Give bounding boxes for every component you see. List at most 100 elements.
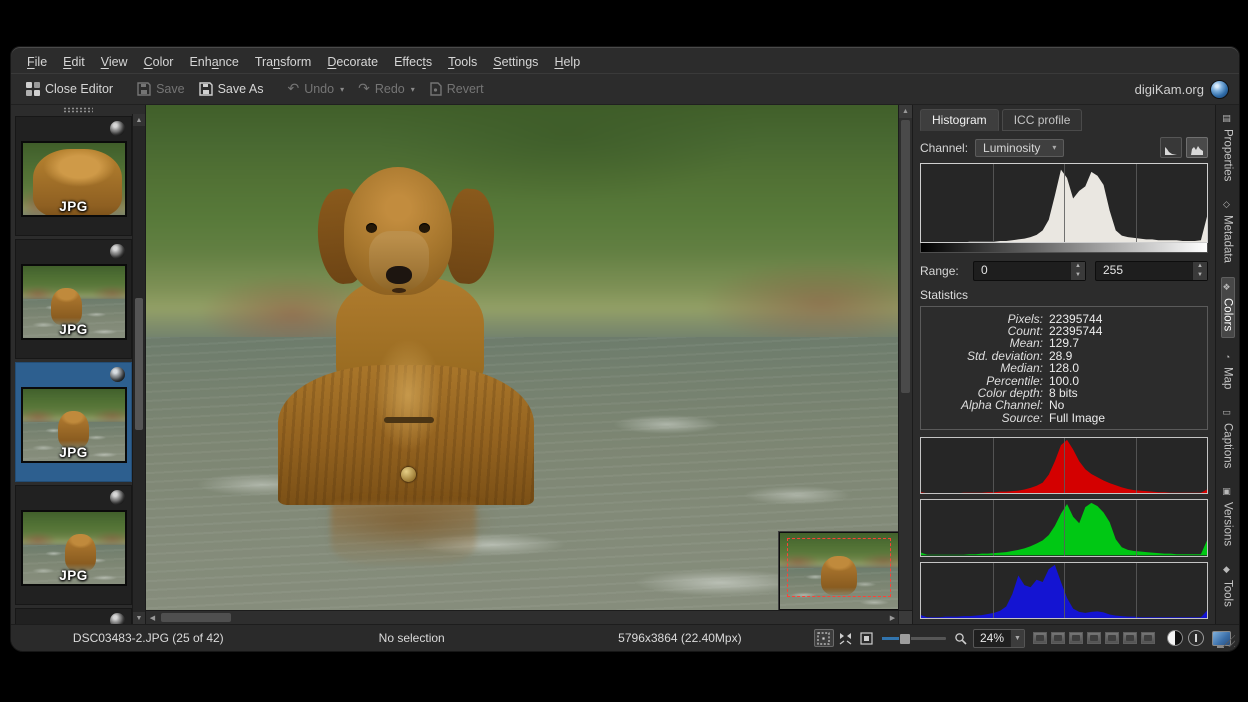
menu-settings[interactable]: Settings — [485, 53, 546, 71]
statistics-box: Pixels:22395744Count:22395744Mean:129.7S… — [920, 306, 1208, 431]
scroll-up-icon[interactable]: ▲ — [899, 105, 912, 118]
linear-histogram-icon — [1165, 145, 1177, 155]
thumbnail-item-3[interactable]: JPG — [15, 362, 132, 482]
scroll-up-icon[interactable]: ▲ — [133, 114, 145, 126]
range-min-spinbox[interactable]: 0 ▲▼ — [973, 261, 1086, 281]
side-tab-map[interactable]: ◔ Map — [1221, 347, 1235, 394]
scroll-down-icon[interactable]: ▼ — [133, 612, 145, 624]
side-tab-captions[interactable]: ▭Captions — [1221, 403, 1235, 473]
mini-preview-button-2[interactable] — [1050, 631, 1066, 645]
histogram-green[interactable] — [920, 499, 1208, 556]
pan-preview-overlay[interactable] — [779, 532, 899, 610]
thumbnail-list: JPGJPGJPGJPG — [15, 116, 132, 624]
editor-main-area: JPGJPGJPGJPG ▲ ▼ — [11, 105, 1239, 624]
mini-preview-button-3[interactable] — [1068, 631, 1084, 645]
scrollbar-thumb[interactable] — [901, 120, 910, 393]
zoom-level-value[interactable]: 24% — [974, 631, 1010, 645]
canvas-vertical-scrollbar[interactable]: ▲ — [898, 105, 912, 610]
menu-transform[interactable]: Transform — [247, 53, 320, 71]
digikam-brand[interactable]: digiKam.org — [1135, 80, 1231, 99]
zoom-slider-handle[interactable] — [899, 633, 911, 645]
revert-button[interactable]: Revert — [422, 79, 491, 99]
right-sidebar: Histogram ICC profile Channel: Luminosit… — [912, 105, 1215, 624]
histogram-red[interactable] — [920, 437, 1208, 494]
channel-value: Luminosity — [983, 141, 1040, 155]
range-row: Range: 0 ▲▼ 255 ▲▼ — [920, 261, 1208, 281]
menu-tools[interactable]: Tools — [440, 53, 485, 71]
side-tab-tools[interactable]: ◆Tools — [1221, 560, 1235, 612]
thumbnail-item-1[interactable]: JPG — [15, 116, 132, 236]
undo-label: Undo — [304, 82, 334, 96]
mini-preview-button-5[interactable] — [1104, 631, 1120, 645]
tab-icc-profile[interactable]: ICC profile — [1002, 109, 1083, 131]
fit-to-window-button[interactable] — [837, 630, 855, 646]
save-as-button[interactable]: Save As — [192, 79, 271, 99]
menu-file[interactable]: File — [19, 53, 55, 71]
menu-help[interactable]: Help — [546, 53, 588, 71]
zoom-fit-button[interactable] — [952, 630, 970, 646]
range-max-spinbox[interactable]: 255 ▲▼ — [1095, 261, 1208, 281]
channel-select[interactable]: Luminosity ▾ — [975, 139, 1064, 157]
spinbox-arrows[interactable]: ▲▼ — [1070, 262, 1085, 280]
menu-enhance[interactable]: Enhance — [181, 53, 246, 71]
scrollbar-thumb[interactable] — [135, 298, 143, 431]
thumbbar-drag-handle[interactable] — [11, 105, 145, 114]
redo-button[interactable]: ↷ Redo ▾ — [351, 79, 422, 99]
menu-effects[interactable]: Effects — [386, 53, 440, 71]
thumbbar-scrollbar[interactable]: ▲ ▼ — [132, 114, 145, 624]
chevron-down-icon[interactable]: ▼ — [1010, 630, 1024, 647]
zoom-100-button[interactable] — [858, 630, 876, 646]
mini-preview-button-7[interactable] — [1140, 631, 1156, 645]
zoom-level-combobox[interactable]: 24% ▼ — [973, 629, 1025, 648]
thumbnail-item-5[interactable] — [15, 608, 132, 624]
side-tab-label: Map — [1222, 367, 1234, 389]
scrollbar-thumb[interactable] — [161, 613, 231, 622]
range-max-value[interactable]: 255 — [1096, 262, 1192, 280]
mini-preview-button-6[interactable] — [1122, 631, 1138, 645]
menu-edit[interactable]: Edit — [55, 53, 93, 71]
undo-icon: ↶ — [287, 83, 299, 95]
thumbnail-item-4[interactable]: JPG — [15, 485, 132, 605]
canvas-horizontal-scrollbar[interactable]: ◀ ▶ — [146, 610, 912, 624]
histogram-gradient-bar — [920, 243, 1208, 252]
menu-color[interactable]: Color — [136, 53, 182, 71]
linear-scale-button[interactable] — [1160, 137, 1182, 158]
mini-preview-button-4[interactable] — [1086, 631, 1102, 645]
save-as-label: Save As — [218, 82, 264, 96]
info-indicator-icon[interactable] — [1188, 630, 1204, 646]
redo-dropdown-icon[interactable]: ▾ — [411, 85, 415, 94]
spinbox-arrows[interactable]: ▲▼ — [1192, 262, 1207, 280]
logarithmic-scale-button[interactable] — [1186, 137, 1208, 158]
stat-label: Mean: — [929, 337, 1043, 349]
save-button[interactable]: Save — [130, 79, 192, 99]
redo-icon: ↷ — [358, 83, 370, 95]
canvas-viewport[interactable]: ▲ — [146, 105, 912, 610]
tab-histogram[interactable]: Histogram — [920, 109, 999, 131]
menu-view[interactable]: View — [93, 53, 136, 71]
side-tab-label: Colors — [1222, 298, 1234, 331]
statistics-title: Statistics — [920, 288, 1208, 302]
undo-dropdown-icon[interactable]: ▾ — [340, 85, 344, 94]
histogram-blue[interactable] — [920, 562, 1208, 619]
thumbnail-item-2[interactable]: JPG — [15, 239, 132, 359]
side-tab-metadata[interactable]: ◇Metadata — [1221, 195, 1235, 268]
stat-row: Source:Full Image — [929, 412, 1199, 424]
side-tab-colors[interactable]: ❖Colors — [1221, 277, 1235, 337]
map-icon: ◔ — [1223, 352, 1233, 362]
pan-visible-region-rect[interactable] — [787, 538, 891, 597]
zoom-slider[interactable] — [882, 631, 946, 645]
exposure-indicator-icon[interactable] — [1167, 630, 1183, 646]
histogram-luminosity[interactable] — [920, 163, 1208, 243]
zoom-fit-selection-button[interactable] — [814, 629, 834, 647]
save-label: Save — [156, 82, 185, 96]
toolbar: Close Editor Save Save As ↶ Undo ▾ ↷ Red… — [11, 73, 1239, 105]
range-min-value[interactable]: 0 — [974, 262, 1070, 280]
mini-preview-button-1[interactable] — [1032, 631, 1048, 645]
close-editor-button[interactable]: Close Editor — [19, 79, 120, 99]
side-tab-properties[interactable]: ▤Properties — [1221, 109, 1235, 186]
scroll-left-icon[interactable]: ◀ — [146, 611, 159, 624]
menu-decorate[interactable]: Decorate — [319, 53, 386, 71]
side-tab-versions[interactable]: ▣Versions — [1221, 482, 1235, 551]
undo-button[interactable]: ↶ Undo ▾ — [280, 79, 351, 99]
chevron-down-icon: ▾ — [1052, 143, 1056, 152]
